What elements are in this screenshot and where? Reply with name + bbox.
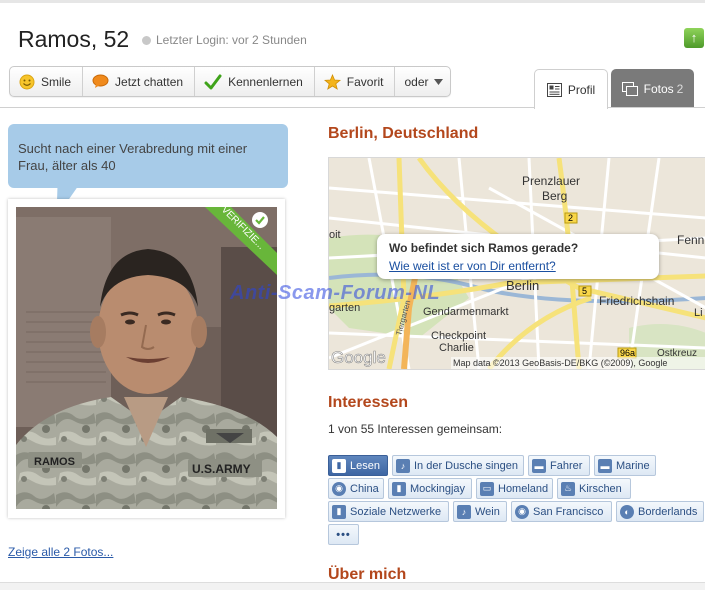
map-label-friedrichshain: Friedrichshain <box>599 294 674 308</box>
map-label-oit: oit <box>329 229 341 241</box>
map-label-charlie: Charlie <box>439 342 474 354</box>
map-road-5: 5 <box>582 286 587 296</box>
action-toolbar: Smile Jetzt chatten Kennenlernen Favorit… <box>9 66 451 97</box>
interest-tag-label: China <box>350 482 379 495</box>
book-icon: ▮ <box>332 458 346 473</box>
tv-icon: ▭ <box>480 481 494 496</box>
map-attribution: Map data ©2013 GeoBasis-DE/BKG (©2009), … <box>453 358 667 368</box>
star-icon <box>323 73 341 90</box>
interest-tag-label: Lesen <box>350 459 380 472</box>
interest-tag-mockingjay[interactable]: ▮ Mockingjay <box>388 478 472 499</box>
map-label-prenzlauer: Prenzlauer <box>522 174 580 188</box>
checkmark-icon <box>204 74 222 90</box>
offline-status-dot-icon <box>142 35 151 45</box>
svg-text:U.S.ARMY: U.S.ARMY <box>192 462 251 476</box>
last-login-text: Letzter Login: vor 2 Stunden <box>156 33 307 47</box>
interest-tag-san-francisco[interactable]: ◉ San Francisco <box>511 501 612 522</box>
interests-title: Interessen <box>328 394 409 411</box>
more-options-label: oder <box>404 74 429 89</box>
more-interests-button[interactable]: ••• <box>328 524 359 545</box>
chat-bubble-icon <box>92 74 109 89</box>
interest-tag-borderlands[interactable]: ◐ Borderlands <box>616 501 704 522</box>
watermark-text: Anti-Scam-Forum-NL <box>230 282 441 304</box>
location-title: Berlin, Deutschland <box>328 125 479 142</box>
meet-label: Kennenlernen <box>228 74 303 89</box>
interest-tag-wein[interactable]: ♪ Wein <box>453 501 507 522</box>
interest-tag-label: Mockingjay <box>410 482 466 495</box>
tab-fotos-label: Fotos <box>643 81 674 96</box>
looking-for-text: Sucht nach einer Verabredung mit einer F… <box>18 141 248 173</box>
interest-tag-label: Borderlands <box>638 505 698 518</box>
book-icon: ▮ <box>332 504 346 519</box>
last-login-status: Letzter Login: vor 2 Stunden <box>142 33 307 47</box>
distance-link[interactable]: Wie weit ist er von Dir entfernt? <box>389 259 556 273</box>
smile-button[interactable]: Smile <box>10 67 84 96</box>
upload-arrow-icon[interactable]: ↑ <box>684 28 704 48</box>
interest-tag-label: Fahrer <box>550 459 583 472</box>
smile-label: Smile <box>41 74 72 89</box>
svg-text:RAMOS: RAMOS <box>34 456 75 468</box>
briefcase-icon: ▬ <box>532 458 546 473</box>
interest-tag-kirschen[interactable]: ♨ Kirschen <box>557 478 631 499</box>
map-label-checkpoint: Checkpoint <box>431 330 486 342</box>
interest-tag-label: In der Dusche singen <box>414 459 518 472</box>
interest-tag-fahrer[interactable]: ▬ Fahrer <box>528 455 590 476</box>
book-icon: ▮ <box>392 481 406 496</box>
interest-tag-in-der-dusche-singen[interactable]: ♪ In der Dusche singen <box>392 455 524 476</box>
tab-fotos[interactable]: Fotos 2 <box>611 69 694 108</box>
map-label-berlin: Berlin <box>506 278 539 293</box>
game-icon: ◐ <box>620 504 634 519</box>
interest-tag-marine[interactable]: ▬ Marine <box>594 455 656 476</box>
map-road-96a: 96a <box>620 348 635 358</box>
interest-tag-label: Homeland <box>498 482 549 495</box>
interest-tag-label: Wein <box>475 505 500 518</box>
map-google-logo: Google <box>331 348 386 367</box>
map-road-2a: 2 <box>568 213 573 223</box>
map-label-gendarmenmarkt: Gendarmenmarkt <box>423 306 509 318</box>
chat-label: Jetzt chatten <box>115 74 184 89</box>
tab-profil-label: Profil <box>567 82 596 97</box>
globe-icon: ◉ <box>515 504 529 519</box>
map-label-li: Li <box>694 307 703 319</box>
interest-tag-label: San Francisco <box>533 505 604 518</box>
chat-button[interactable]: Jetzt chatten <box>83 67 196 96</box>
globe-icon: ◉ <box>332 481 346 496</box>
interest-tag-homeland[interactable]: ▭ Homeland <box>476 478 553 499</box>
map-label-berg: Berg <box>542 189 567 203</box>
map-label-fennp: Fennp <box>677 233 705 247</box>
guitar-icon: ♪ <box>457 504 471 519</box>
more-options-dropdown[interactable]: oder <box>395 67 449 96</box>
interest-tag-china[interactable]: ◉ China <box>328 478 384 499</box>
map-popup-question: Wo befindet sich Ramos gerade? <box>389 241 579 255</box>
smiley-icon <box>19 74 35 90</box>
profile-name-age: Ramos, 52 <box>18 26 130 52</box>
guitar-icon: ♪ <box>396 458 410 473</box>
briefcase-icon: ▬ <box>598 458 612 473</box>
interest-tag-lesen[interactable]: ▮ Lesen <box>328 455 388 476</box>
favorite-label: Favorit <box>346 74 384 89</box>
meet-button[interactable]: Kennenlernen <box>195 67 315 96</box>
tab-profil[interactable]: Profil <box>534 69 608 109</box>
show-all-photos-link[interactable]: Zeige alle 2 Fotos... <box>8 545 113 559</box>
food-icon: ♨ <box>561 481 575 496</box>
top-border <box>0 0 705 3</box>
favorite-button[interactable]: Favorit <box>315 67 396 96</box>
interest-tag-soziale-netzwerke[interactable]: ▮ Soziale Netzwerke <box>328 501 449 522</box>
interest-tag-label: Kirschen <box>579 482 622 495</box>
interest-tag-label: Marine <box>616 459 650 472</box>
photos-icon <box>621 81 638 96</box>
photo-count: 2 <box>676 81 684 96</box>
verified-badge: VERIFIZIE... <box>205 207 277 275</box>
interests-common-count: 1 von 55 Interessen gemeinsam: <box>328 422 503 436</box>
interest-tag-label: Soziale Netzwerke <box>350 505 442 518</box>
profile-card-icon <box>546 82 562 97</box>
dropdown-arrow-icon <box>433 78 443 85</box>
